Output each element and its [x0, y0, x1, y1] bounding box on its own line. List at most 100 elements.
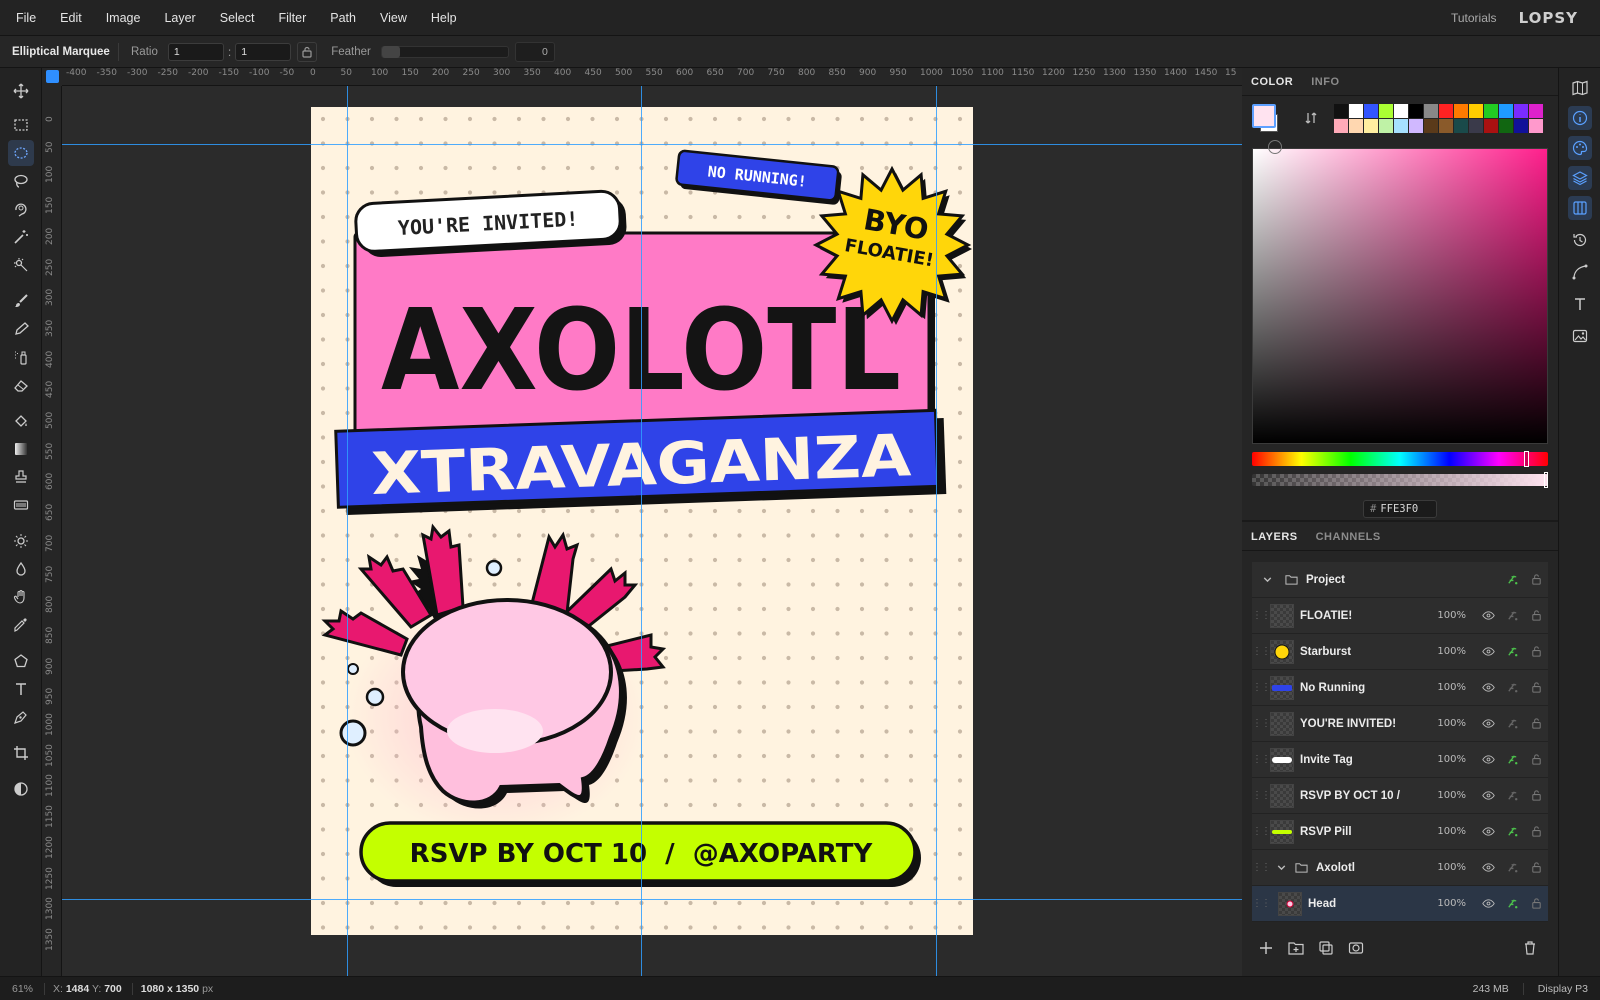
layer-opacity[interactable]: 100% [1436, 790, 1466, 801]
crop-tool[interactable] [8, 740, 34, 766]
color-swatch[interactable] [1379, 104, 1393, 118]
color-swatch[interactable] [1514, 119, 1528, 133]
eye-icon[interactable] [1476, 609, 1500, 622]
color-swatch[interactable] [1514, 104, 1528, 118]
zoom-level[interactable]: 61% [0, 983, 44, 995]
color-swatch[interactable] [1529, 104, 1543, 118]
color-swatch[interactable] [1499, 104, 1513, 118]
tutorials-link[interactable]: Tutorials [1451, 11, 1497, 25]
guide-vertical[interactable] [936, 86, 937, 976]
eyedropper-tool[interactable] [8, 612, 34, 638]
chevron-down-icon[interactable] [1270, 861, 1292, 874]
color-swatch[interactable] [1364, 119, 1378, 133]
spray-tool[interactable] [8, 344, 34, 370]
menu-filter[interactable]: Filter [266, 0, 318, 36]
menu-select[interactable]: Select [208, 0, 267, 36]
fx-icon[interactable] [1500, 645, 1524, 658]
fx-icon[interactable] [1500, 609, 1524, 622]
info-icon[interactable] [1568, 106, 1592, 130]
eye-icon[interactable] [1476, 681, 1500, 694]
blur-tool[interactable] [8, 556, 34, 582]
color-swatch[interactable] [1439, 104, 1453, 118]
layer-row[interactable]: ⋮⋮ Axolotl 100% [1252, 850, 1548, 886]
color-swatch[interactable] [1409, 104, 1423, 118]
pencil-tool[interactable] [8, 316, 34, 342]
move-tool[interactable] [8, 78, 34, 104]
color-swatch[interactable] [1424, 104, 1438, 118]
drag-handle-icon[interactable]: ⋮⋮ [1252, 826, 1271, 837]
swap-colors-icon[interactable] [1304, 111, 1318, 125]
color-swatch[interactable] [1409, 119, 1423, 133]
hand-tool[interactable] [8, 584, 34, 610]
alpha-slider[interactable] [1252, 474, 1548, 486]
feather-slider-thumb[interactable] [381, 45, 400, 58]
color-swatch[interactable] [1454, 104, 1468, 118]
brush-tool[interactable] [8, 288, 34, 314]
menu-view[interactable]: View [368, 0, 419, 36]
guide-horizontal[interactable] [62, 144, 1242, 145]
layer-row[interactable]: ⋮⋮ Invite Tag 100% [1252, 742, 1548, 778]
rect-marquee-tool[interactable] [8, 112, 34, 138]
tab-info[interactable]: INFO [1302, 68, 1348, 96]
horizontal-ruler[interactable]: -400 -350 -300 -250 -200 -150 -100 -50 0 50 100 150… [62, 68, 1242, 86]
ratio-height-input[interactable] [235, 42, 292, 61]
eye-icon[interactable] [1476, 861, 1500, 874]
eraser-tool[interactable] [8, 372, 34, 398]
poster-artboard[interactable]: AXOLOTL YOU'RE INVITED! NO RUNNING! BYO … [311, 107, 973, 935]
hue-slider-thumb[interactable] [1524, 451, 1529, 467]
layer-row-project[interactable]: Project [1252, 562, 1548, 598]
layer-opacity[interactable]: 100% [1436, 610, 1466, 621]
feather-value-input[interactable]: 0 [514, 41, 555, 62]
drag-handle-icon[interactable]: ⋮⋮ [1252, 610, 1271, 621]
lock-icon[interactable] [1524, 609, 1548, 622]
layer-opacity[interactable]: 100% [1436, 646, 1466, 657]
color-swatch[interactable] [1334, 119, 1348, 133]
fx-icon[interactable] [1500, 825, 1524, 838]
layer-opacity[interactable]: 100% [1436, 718, 1466, 729]
duplicate-layer-icon[interactable] [1318, 940, 1334, 956]
ellipse-marquee-tool[interactable] [8, 140, 34, 166]
menu-file[interactable]: File [0, 0, 48, 36]
layer-row[interactable]: ⋮⋮ YOU'RE INVITED! 100% [1252, 706, 1548, 742]
layer-row[interactable]: ⋮⋮ Head 100% [1252, 886, 1548, 922]
foreground-color-swatch[interactable] [1252, 104, 1276, 128]
pen-tool[interactable] [8, 704, 34, 730]
layer-opacity[interactable]: 100% [1436, 898, 1466, 909]
mask-icon[interactable] [1348, 940, 1364, 956]
eye-icon[interactable] [1476, 825, 1500, 838]
color-swatch[interactable] [1394, 119, 1408, 133]
lock-icon[interactable] [1524, 753, 1548, 766]
lock-icon[interactable] [1524, 897, 1548, 910]
layer-row[interactable]: ⋮⋮ Starburst 100% [1252, 634, 1548, 670]
character-icon[interactable] [1568, 292, 1592, 316]
layer-row[interactable]: ⋮⋮ RSVP BY OCT 10 / 100% [1252, 778, 1548, 814]
delete-layer-icon[interactable] [1522, 940, 1538, 956]
lock-icon[interactable] [1524, 825, 1548, 838]
color-swatch[interactable] [1484, 104, 1498, 118]
lock-icon[interactable] [1524, 861, 1548, 874]
color-swatch[interactable] [1529, 119, 1543, 133]
dodge-tool[interactable] [8, 528, 34, 554]
chevron-down-icon[interactable] [1252, 573, 1282, 586]
layer-opacity[interactable]: 100% [1436, 682, 1466, 693]
image-adjust-icon[interactable] [1568, 324, 1592, 348]
color-swatch[interactable] [1439, 119, 1453, 133]
menu-help[interactable]: Help [419, 0, 469, 36]
magic-wand-tool[interactable] [8, 224, 34, 250]
eye-icon[interactable] [1476, 717, 1500, 730]
add-layer-icon[interactable] [1258, 940, 1274, 956]
drag-handle-icon[interactable]: ⋮⋮ [1252, 646, 1271, 657]
alpha-slider-thumb[interactable] [1544, 472, 1548, 488]
guide-vertical[interactable] [347, 86, 348, 976]
bucket-tool[interactable] [8, 408, 34, 434]
shape-tool[interactable] [8, 648, 34, 674]
ratio-lock-button[interactable] [297, 41, 318, 62]
history-icon[interactable] [1568, 228, 1592, 252]
layer-row[interactable]: ⋮⋮ RSVP Pill 100% [1252, 814, 1548, 850]
eye-icon[interactable] [1476, 753, 1500, 766]
lock-icon[interactable] [1524, 681, 1548, 694]
lock-icon[interactable] [1524, 573, 1548, 586]
color-swatch[interactable] [1349, 119, 1363, 133]
fx-icon[interactable] [1500, 753, 1524, 766]
guide-horizontal[interactable] [62, 899, 1242, 900]
